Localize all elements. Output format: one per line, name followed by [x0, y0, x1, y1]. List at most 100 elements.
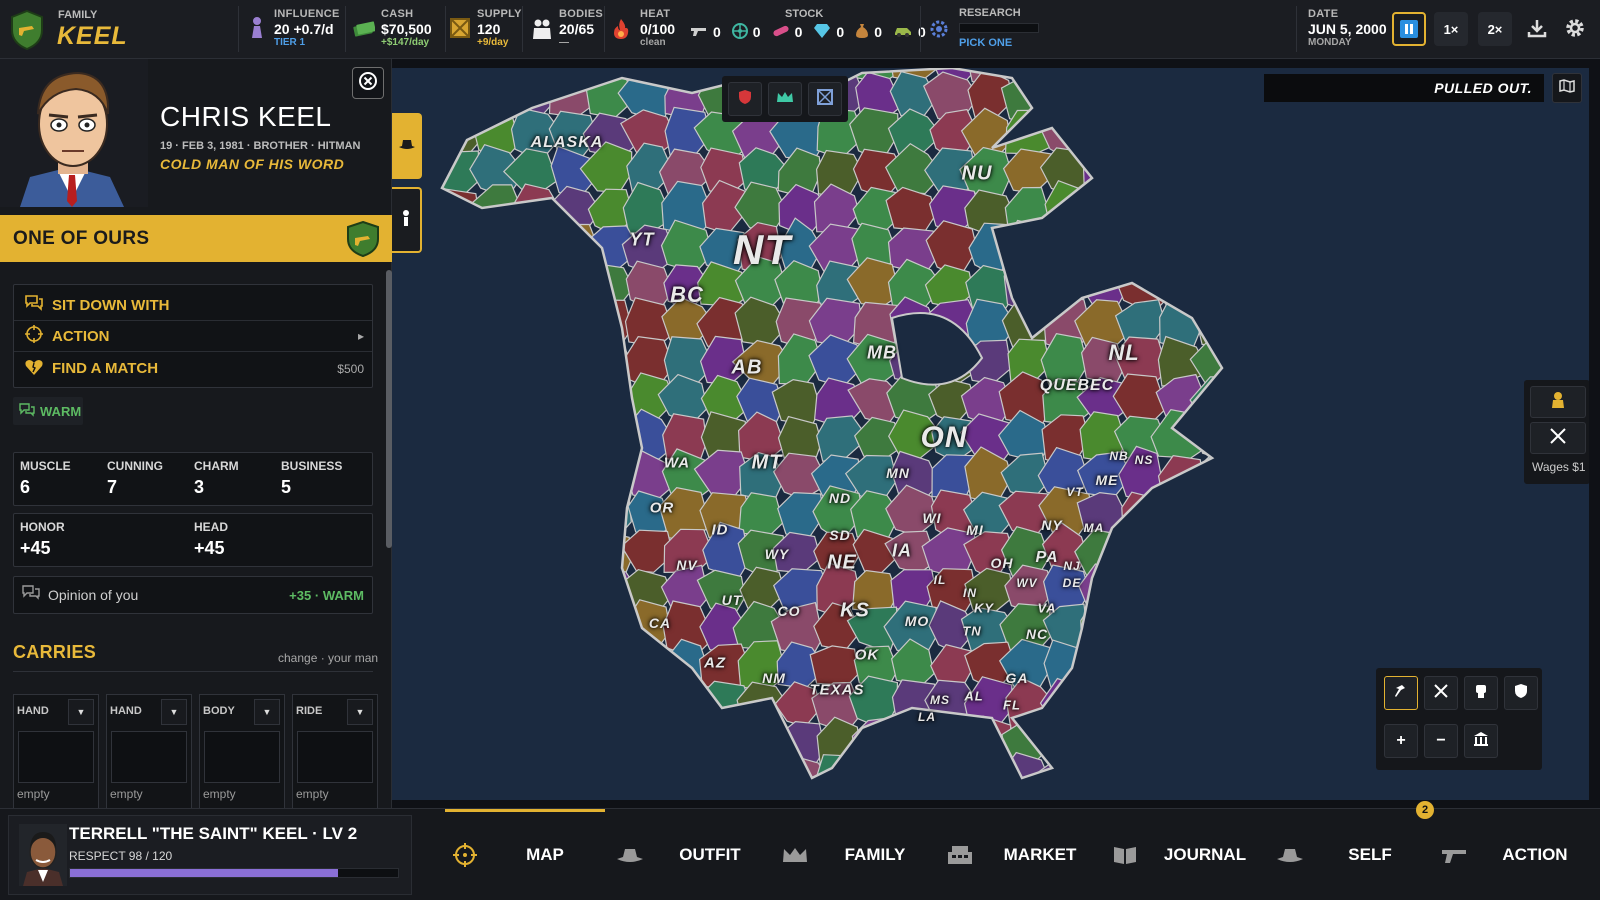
region-label[interactable]: VA	[1037, 601, 1056, 616]
region-label[interactable]: NC	[1026, 626, 1048, 642]
region-label[interactable]: TN	[962, 624, 981, 639]
influence-stat[interactable]: INFLUENCE 20 +0.7/d TIER 1	[274, 8, 340, 52]
region-label[interactable]: DE	[1063, 576, 1082, 590]
family-shield-icon[interactable]	[10, 9, 44, 51]
region-label[interactable]: NY	[1041, 517, 1062, 533]
region-label[interactable]: MA	[1084, 521, 1105, 535]
heat-stat[interactable]: HEAT 0/100 clean	[640, 8, 675, 52]
filter-grid-button[interactable]	[808, 82, 842, 116]
fight-button[interactable]	[1530, 422, 1586, 454]
speed-1x-button[interactable]: 1×	[1434, 12, 1468, 46]
region-label[interactable]: NU	[962, 163, 993, 186]
slot-dropdown[interactable]: ▼	[68, 699, 94, 725]
carry-slot-ride[interactable]: RIDE ▼ empty	[292, 694, 378, 809]
region-label[interactable]: SD	[829, 527, 850, 543]
region-label[interactable]: MI	[966, 522, 984, 538]
slot-dropdown[interactable]: ▼	[347, 699, 373, 725]
region-label[interactable]: NS	[1135, 453, 1154, 467]
region-label[interactable]: NL	[1108, 340, 1139, 366]
zoom-in-button[interactable]: +	[1384, 724, 1418, 758]
region-label[interactable]: PA	[1035, 549, 1058, 567]
hammer-tool-button[interactable]	[1384, 676, 1418, 710]
cash-stat[interactable]: CASH $70,500 +$147/day	[381, 8, 432, 52]
nav-action[interactable]: 2 ACTION	[1416, 801, 1595, 900]
territory-cell[interactable]	[809, 645, 859, 686]
research-stat[interactable]: RESEARCH PICK ONE	[959, 7, 1059, 49]
carry-slot-hand[interactable]: HAND ▼ empty	[106, 694, 192, 809]
region-label[interactable]: MO	[905, 613, 930, 629]
region-label[interactable]: ND	[829, 490, 851, 506]
crew-button[interactable]	[1530, 386, 1586, 418]
swords-tool-button[interactable]	[1424, 676, 1458, 710]
close-button[interactable]	[352, 67, 384, 99]
panel-scrollbar[interactable]	[386, 270, 392, 548]
speed-2x-button[interactable]: 2×	[1478, 12, 1512, 46]
region-label[interactable]: OH	[991, 555, 1014, 571]
region-label[interactable]: NJ	[1063, 559, 1080, 573]
slot-dropdown[interactable]: ▼	[254, 699, 280, 725]
region-label[interactable]: ALASKA	[531, 134, 604, 152]
region-label[interactable]: NM	[762, 670, 786, 686]
region-label[interactable]: NT	[733, 226, 791, 274]
region-label[interactable]: MB	[867, 343, 897, 364]
tab-person[interactable]	[392, 187, 422, 253]
region-label[interactable]: WI	[922, 510, 941, 526]
download-button[interactable]	[1520, 12, 1554, 46]
bodies-stat[interactable]: BODIES 20/65 —	[559, 8, 603, 52]
stock-row[interactable]: 0 0 0 0 0 0	[690, 22, 926, 42]
map-legend-button[interactable]	[1552, 73, 1582, 103]
badge-tool-button[interactable]	[1504, 676, 1538, 710]
region-label[interactable]: WV	[1016, 576, 1037, 590]
region-label[interactable]: UT	[722, 592, 743, 608]
region-label[interactable]: TEXAS	[809, 682, 864, 699]
region-label[interactable]: LA	[918, 710, 936, 724]
supply-stat[interactable]: SUPPLY 120 +9/day	[477, 8, 522, 52]
zoom-out-button[interactable]: −	[1424, 724, 1458, 758]
region-label[interactable]: NE	[827, 552, 857, 575]
region-label[interactable]: FL	[1003, 698, 1021, 713]
region-label[interactable]: ID	[712, 522, 729, 539]
region-label[interactable]: AZ	[704, 655, 726, 672]
region-label[interactable]: MN	[886, 465, 910, 481]
fist-tool-button[interactable]	[1464, 676, 1498, 710]
region-label[interactable]: WY	[765, 546, 790, 562]
nav-market[interactable]: MARKET	[935, 809, 1100, 900]
carry-slot-hand[interactable]: HAND ▼ empty	[13, 694, 99, 809]
research-pick[interactable]: PICK ONE	[959, 37, 1059, 49]
region-label[interactable]: NB	[1109, 449, 1128, 463]
region-label[interactable]: MS	[930, 693, 950, 707]
slot-dropdown[interactable]: ▼	[161, 699, 187, 725]
tab-hat[interactable]	[392, 113, 422, 179]
region-label[interactable]: ME	[1096, 472, 1119, 488]
region-label[interactable]: CA	[649, 615, 671, 631]
find-match-button[interactable]: FIND A MATCH $500	[14, 353, 372, 384]
region-label[interactable]: ON	[921, 421, 968, 455]
region-label[interactable]: KS	[840, 600, 870, 623]
region-label[interactable]: BC	[670, 282, 704, 308]
region-label[interactable]: WA	[664, 455, 690, 472]
region-label[interactable]: NV	[676, 557, 697, 573]
region-label[interactable]: OK	[855, 647, 880, 664]
region-label[interactable]: MT	[752, 452, 783, 475]
region-label[interactable]: AB	[732, 357, 763, 380]
region-label[interactable]: YT	[629, 230, 654, 251]
region-label[interactable]: CO	[778, 603, 801, 619]
filter-shield-button[interactable]	[728, 82, 762, 116]
pause-button[interactable]	[1392, 12, 1426, 46]
carries-links[interactable]: change · your man	[278, 651, 378, 665]
nav-outfit[interactable]: OUTFIT	[605, 809, 770, 900]
world-map[interactable]: ALASKA YT NT NU BC AB MB ON QUEBEC NL WA MT ND MN OR ID…	[392, 68, 1589, 800]
region-label[interactable]: VT	[1066, 485, 1083, 499]
filter-crown-button[interactable]	[768, 82, 802, 116]
nav-family[interactable]: FAMILY	[770, 809, 935, 900]
region-label[interactable]: QUEBEC	[1040, 377, 1114, 395]
carry-slot-body[interactable]: BODY ▼ empty	[199, 694, 285, 809]
nav-map[interactable]: MAP	[445, 809, 605, 900]
region-label[interactable]: GA	[1006, 670, 1029, 686]
settings-button[interactable]	[1558, 12, 1592, 46]
nav-journal[interactable]: JOURNAL	[1100, 809, 1265, 900]
nav-self[interactable]: SELF	[1265, 809, 1430, 900]
region-label[interactable]: AL	[964, 689, 983, 704]
region-label[interactable]: OR	[650, 500, 675, 517]
region-label[interactable]: IA	[892, 541, 912, 562]
